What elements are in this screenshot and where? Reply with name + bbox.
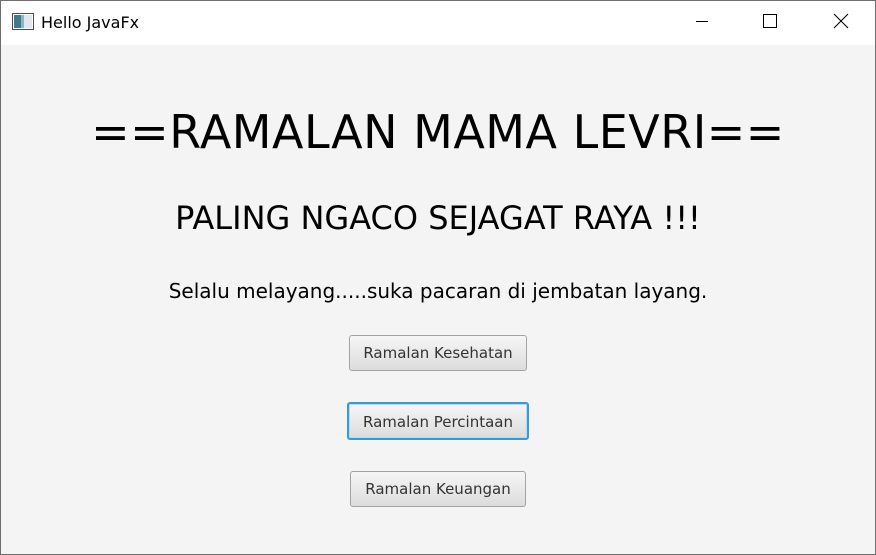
app-window: Hello JavaFx ==RAMALAN MAMA LEVRI== PALI… [0,0,876,555]
tagline-text: Selalu melayang.....suka pacaran di jemb… [168,279,708,303]
close-button[interactable] [811,1,871,45]
page-subtitle: PALING NGACO SEJAGAT RAYA !!! [175,199,701,237]
ramalan-keuangan-button[interactable]: Ramalan Keuangan [350,471,526,507]
ramalan-percintaan-button[interactable]: Ramalan Percintaan [347,402,529,440]
minimize-icon [694,13,710,33]
close-icon [833,13,849,33]
java-app-icon [12,13,34,30]
maximize-button[interactable] [740,1,800,45]
title-bar[interactable]: Hello JavaFx [1,1,875,45]
maximize-icon [762,13,778,33]
minimize-button[interactable] [672,1,732,45]
ramalan-kesehatan-button[interactable]: Ramalan Kesehatan [349,335,527,371]
page-title: ==RAMALAN MAMA LEVRI== [91,105,785,159]
main-content: ==RAMALAN MAMA LEVRI== PALING NGACO SEJA… [1,45,875,554]
window-title: Hello JavaFx [41,13,140,32]
